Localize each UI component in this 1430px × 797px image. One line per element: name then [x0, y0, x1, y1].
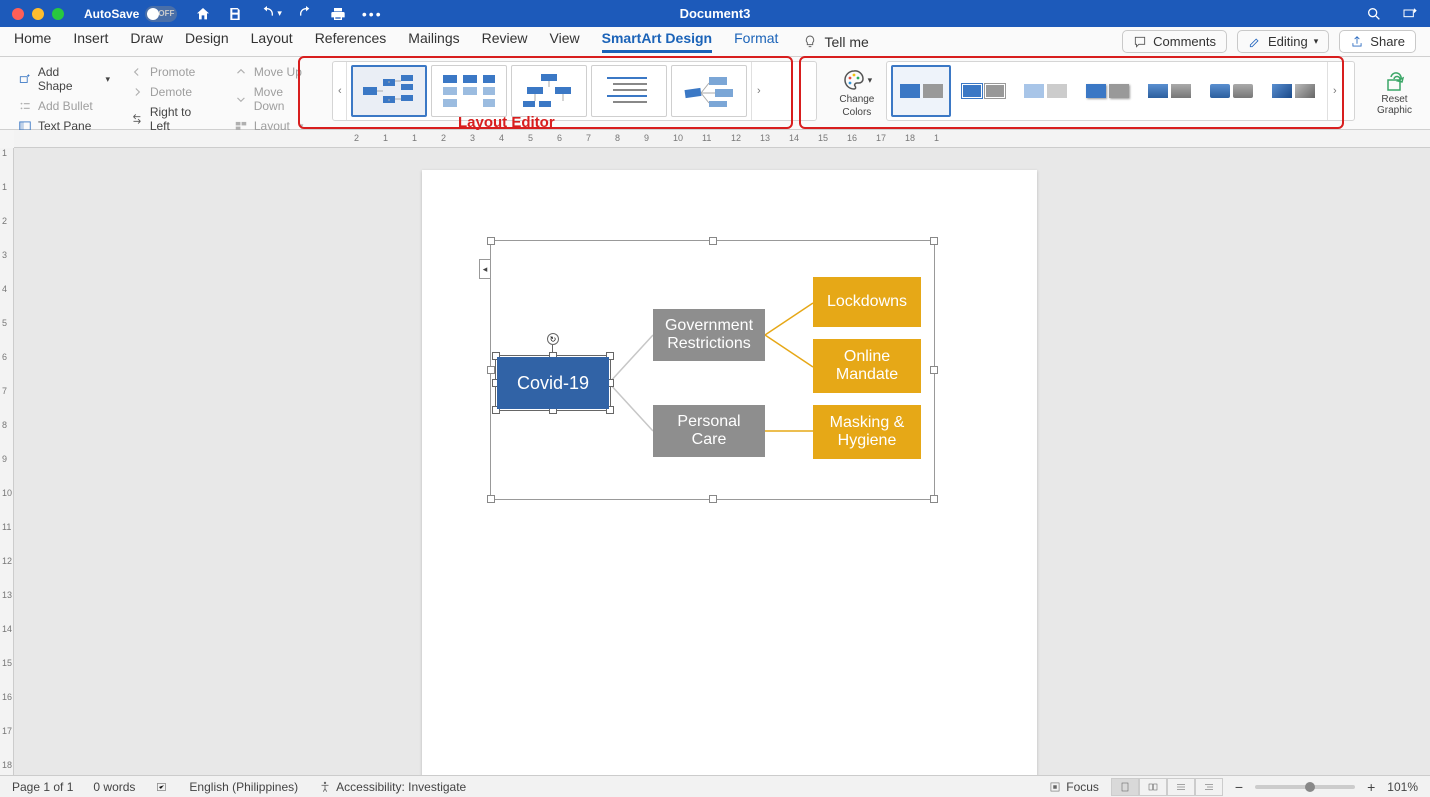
- tab-format[interactable]: Format: [734, 30, 778, 53]
- print-layout-view-button[interactable]: [1111, 778, 1139, 796]
- language-status[interactable]: English (Philippines): [189, 780, 298, 794]
- tab-insert[interactable]: Insert: [73, 30, 108, 53]
- window-controls: [12, 8, 64, 20]
- add-shape-icon: [18, 72, 32, 86]
- tab-draw[interactable]: Draw: [130, 30, 163, 53]
- reset-graphic-button[interactable]: Reset Graphic: [1367, 61, 1422, 125]
- smartart-frame[interactable]: ◂ ↻: [490, 240, 935, 500]
- outline-view-button[interactable]: [1195, 778, 1223, 796]
- autosave-label: AutoSave: [84, 7, 139, 21]
- comments-button[interactable]: Comments: [1122, 30, 1227, 53]
- color-editor-highlight: [799, 56, 1344, 129]
- bullet-icon: [18, 99, 32, 113]
- more-icon[interactable]: •••: [362, 6, 383, 22]
- tab-view[interactable]: View: [550, 30, 580, 53]
- home-icon[interactable]: [195, 6, 211, 22]
- ribbon-tabs: Home Insert Draw Design Layout Reference…: [0, 27, 1430, 57]
- tab-review[interactable]: Review: [482, 30, 528, 53]
- zoom-in-button[interactable]: +: [1367, 779, 1375, 795]
- rotation-handle[interactable]: ↻: [547, 333, 559, 345]
- share-icon: [1350, 35, 1364, 49]
- web-layout-view-button[interactable]: [1167, 778, 1195, 796]
- promote-button: Promote: [126, 63, 218, 81]
- resize-handle[interactable]: [930, 366, 938, 374]
- undo-button[interactable]: ▾: [259, 6, 282, 22]
- focus-mode-button[interactable]: Focus: [1048, 780, 1099, 794]
- demote-button: Demote: [126, 83, 218, 101]
- word-count[interactable]: 0 words: [93, 780, 135, 794]
- view-mode-buttons: [1111, 778, 1223, 796]
- text-pane-toggle[interactable]: ◂: [479, 259, 491, 279]
- page-count[interactable]: Page 1 of 1: [12, 780, 73, 794]
- horizontal-ruler: /* ticks drawn below */ 2112345678910111…: [14, 130, 1430, 148]
- maximize-window-button[interactable]: [52, 8, 64, 20]
- focus-icon: [1048, 780, 1062, 794]
- resize-handle[interactable]: [487, 237, 495, 245]
- redo-icon[interactable]: [298, 6, 314, 22]
- tab-smartart-design[interactable]: SmartArt Design: [602, 30, 712, 53]
- editing-mode-button[interactable]: Editing ▾: [1237, 30, 1329, 53]
- rtl-icon: [130, 112, 144, 126]
- comment-icon: [1133, 35, 1147, 49]
- reset-icon: [1382, 70, 1406, 94]
- arrow-left-icon: [130, 65, 144, 79]
- status-bar: Page 1 of 1 0 words English (Philippines…: [0, 775, 1430, 797]
- layout-editor-label: Layout Editor: [458, 114, 555, 131]
- zoom-level[interactable]: 101%: [1387, 780, 1418, 794]
- smartart-shape-l3b[interactable]: Online Mandate: [813, 339, 921, 393]
- accessibility-status[interactable]: Accessibility: Investigate: [318, 780, 466, 794]
- toggle-switch[interactable]: OFF: [145, 6, 177, 22]
- resize-handle[interactable]: [487, 366, 495, 374]
- smartart-shape-l3a[interactable]: Lockdowns: [813, 277, 921, 327]
- resize-handle[interactable]: [487, 495, 495, 503]
- resize-handle[interactable]: [930, 237, 938, 245]
- vertical-ruler: 1123456789101112131415161718: [0, 148, 14, 775]
- zoom-slider[interactable]: [1255, 785, 1355, 789]
- search-icon[interactable]: [1366, 6, 1382, 22]
- ribbon: Add Shape▾ Add Bullet Text Pane Promote …: [0, 57, 1430, 130]
- smartart-shape-l2b[interactable]: Personal Care: [653, 405, 765, 457]
- quick-access-toolbar: ▾ •••: [195, 6, 382, 22]
- tab-home[interactable]: Home: [14, 30, 51, 53]
- smartart-shape-l2a[interactable]: Government Restrictions: [653, 309, 765, 361]
- close-window-button[interactable]: [12, 8, 24, 20]
- smartart-shape-l3c[interactable]: Masking & Hygiene: [813, 405, 921, 459]
- resize-handle[interactable]: [930, 495, 938, 503]
- spellcheck-icon[interactable]: [155, 780, 169, 794]
- add-bullet-button: Add Bullet: [14, 97, 114, 115]
- tell-me-label: Tell me: [824, 34, 868, 50]
- save-icon[interactable]: [227, 6, 243, 22]
- resize-handle[interactable]: [709, 237, 717, 245]
- arrow-up-icon: [234, 65, 248, 79]
- read-view-button[interactable]: [1139, 778, 1167, 796]
- tab-design[interactable]: Design: [185, 30, 229, 53]
- tab-references[interactable]: References: [315, 30, 387, 53]
- smartart-shape-root[interactable]: Covid-19: [497, 357, 609, 409]
- autosave-toggle[interactable]: AutoSave OFF: [84, 6, 177, 22]
- tab-mailings[interactable]: Mailings: [408, 30, 459, 53]
- ribbon-options-icon[interactable]: [1402, 6, 1418, 22]
- arrow-right-icon: [130, 85, 144, 99]
- share-button[interactable]: Share: [1339, 30, 1416, 53]
- title-right-controls: [1366, 6, 1418, 22]
- document-page[interactable]: ◂ ↻: [422, 170, 1037, 775]
- add-shape-button[interactable]: Add Shape▾: [14, 63, 114, 95]
- document-area: ◂ ↻: [14, 148, 1430, 775]
- accessibility-icon: [318, 780, 332, 794]
- minimize-window-button[interactable]: [32, 8, 44, 20]
- tell-me-search[interactable]: Tell me: [802, 34, 868, 50]
- zoom-out-button[interactable]: −: [1235, 779, 1243, 795]
- pencil-icon: [1248, 35, 1262, 49]
- document-title: Document3: [680, 6, 751, 21]
- resize-handle[interactable]: [709, 495, 717, 503]
- tab-layout[interactable]: Layout: [251, 30, 293, 53]
- title-bar: AutoSave OFF ▾ ••• Document3: [0, 0, 1430, 27]
- undo-icon: [259, 6, 275, 22]
- lightbulb-icon: [802, 34, 818, 50]
- arrow-down-icon: [234, 92, 248, 106]
- print-icon[interactable]: [330, 6, 346, 22]
